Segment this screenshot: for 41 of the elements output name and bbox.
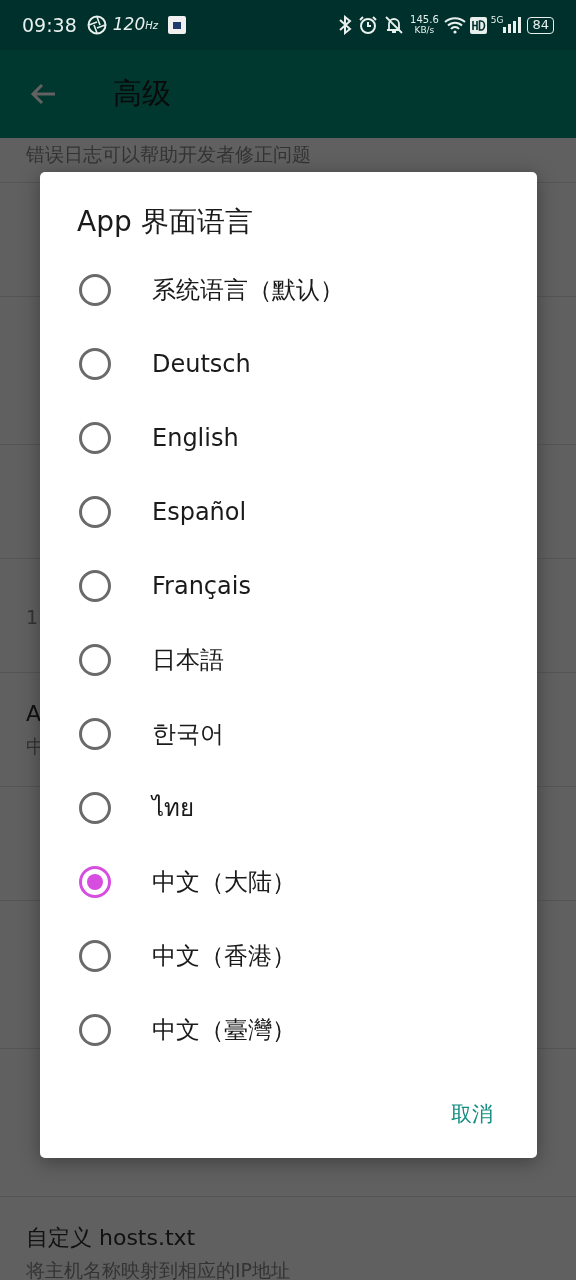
language-option[interactable]: Deutsch (40, 327, 537, 401)
signal-icon (503, 17, 522, 33)
radio-button[interactable] (79, 644, 111, 676)
wifi-icon (443, 16, 466, 34)
radio-button[interactable] (79, 496, 111, 528)
speed-unit: KB/s (414, 25, 435, 35)
radio-button[interactable] (79, 866, 111, 898)
clock: 09:38 (22, 12, 77, 38)
refresh-unit: Hz (145, 19, 158, 33)
muted-bell-icon (384, 15, 405, 35)
setting-title: 自定义 hosts.txt (26, 1223, 197, 1252)
radio-button[interactable] (79, 718, 111, 750)
language-option[interactable]: English (40, 401, 537, 475)
network-speed: 145.6 (410, 15, 439, 25)
battery-indicator: 84 (527, 16, 554, 34)
radio-button[interactable] (79, 792, 111, 824)
language-option[interactable]: 中文（臺灣） (40, 993, 537, 1067)
radio-button[interactable] (79, 1014, 111, 1046)
language-option[interactable]: 中文（香港） (40, 919, 537, 993)
alarm-icon (358, 15, 379, 35)
radio-button[interactable] (79, 422, 111, 454)
dialog-title: App 界面语言 (77, 204, 254, 240)
cancel-button[interactable]: 取消 (443, 1090, 501, 1138)
language-option[interactable]: Español (40, 475, 537, 549)
refresh-rate: 120 (112, 13, 146, 37)
radio-button[interactable] (79, 940, 111, 972)
bluetooth-icon (338, 15, 353, 35)
radio-button[interactable] (79, 348, 111, 380)
network-type: 5G (490, 14, 504, 27)
language-option[interactable]: 한국어 (40, 697, 537, 771)
language-option[interactable]: 中文（大陆） (40, 845, 537, 919)
language-option[interactable]: 系统语言（默认） (40, 253, 537, 327)
language-option[interactable]: Français (40, 549, 537, 623)
radio-button[interactable] (79, 274, 111, 306)
radio-button[interactable] (79, 570, 111, 602)
aperture-icon (86, 15, 107, 35)
app-icon (168, 16, 186, 34)
hd-icon (469, 16, 487, 34)
setting-title: A (26, 699, 43, 728)
language-option[interactable]: 日本語 (40, 623, 537, 697)
language-option[interactable]: ไทย (40, 771, 537, 845)
